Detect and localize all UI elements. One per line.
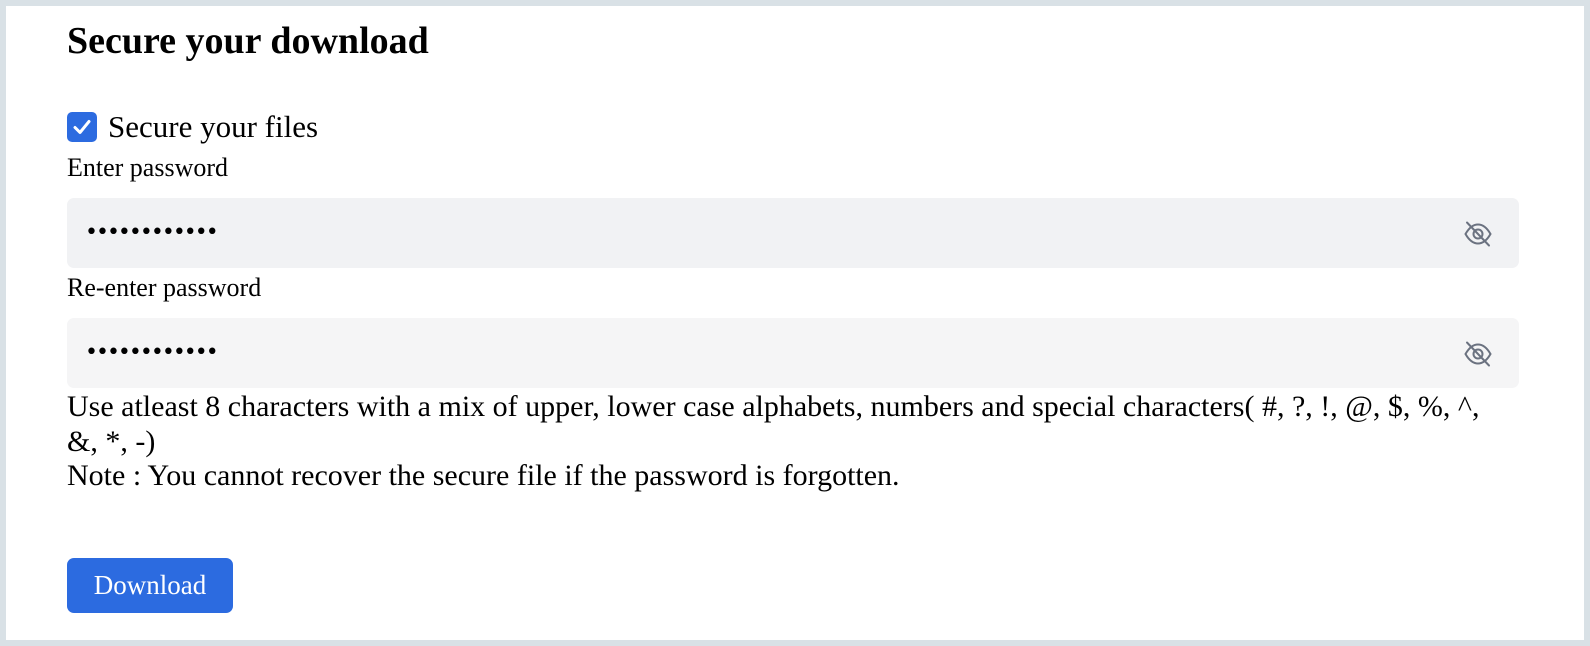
secure-files-checkbox[interactable] <box>67 112 97 142</box>
confirm-password-input-value[interactable]: •••••••••••• <box>85 318 219 388</box>
toggle-password-visibility-button[interactable] <box>1463 220 1493 248</box>
eye-slash-icon <box>1464 341 1492 367</box>
password-input-value[interactable]: •••••••••••• <box>85 198 219 268</box>
password-label: Enter password <box>67 153 229 182</box>
checkmark-icon <box>73 120 91 134</box>
page-title: Secure your download <box>67 20 429 62</box>
toggle-confirm-password-visibility-button[interactable] <box>1463 340 1493 368</box>
confirm-password-input[interactable]: •••••••••••• <box>67 318 1519 388</box>
download-button[interactable]: Download <box>67 558 233 613</box>
eye-slash-icon <box>1464 221 1492 247</box>
secure-files-label[interactable]: Secure your files <box>108 110 318 144</box>
confirm-password-label: Re-enter password <box>67 273 262 302</box>
password-recovery-note: Note : You cannot recover the secure fil… <box>67 459 900 492</box>
secure-download-panel: Secure your download Secure your files E… <box>6 6 1584 640</box>
secure-files-option[interactable]: Secure your files <box>67 110 318 144</box>
password-input[interactable]: •••••••••••• <box>67 198 1519 268</box>
password-requirements-hint: Use atleast 8 characters with a mix of u… <box>67 390 1480 458</box>
